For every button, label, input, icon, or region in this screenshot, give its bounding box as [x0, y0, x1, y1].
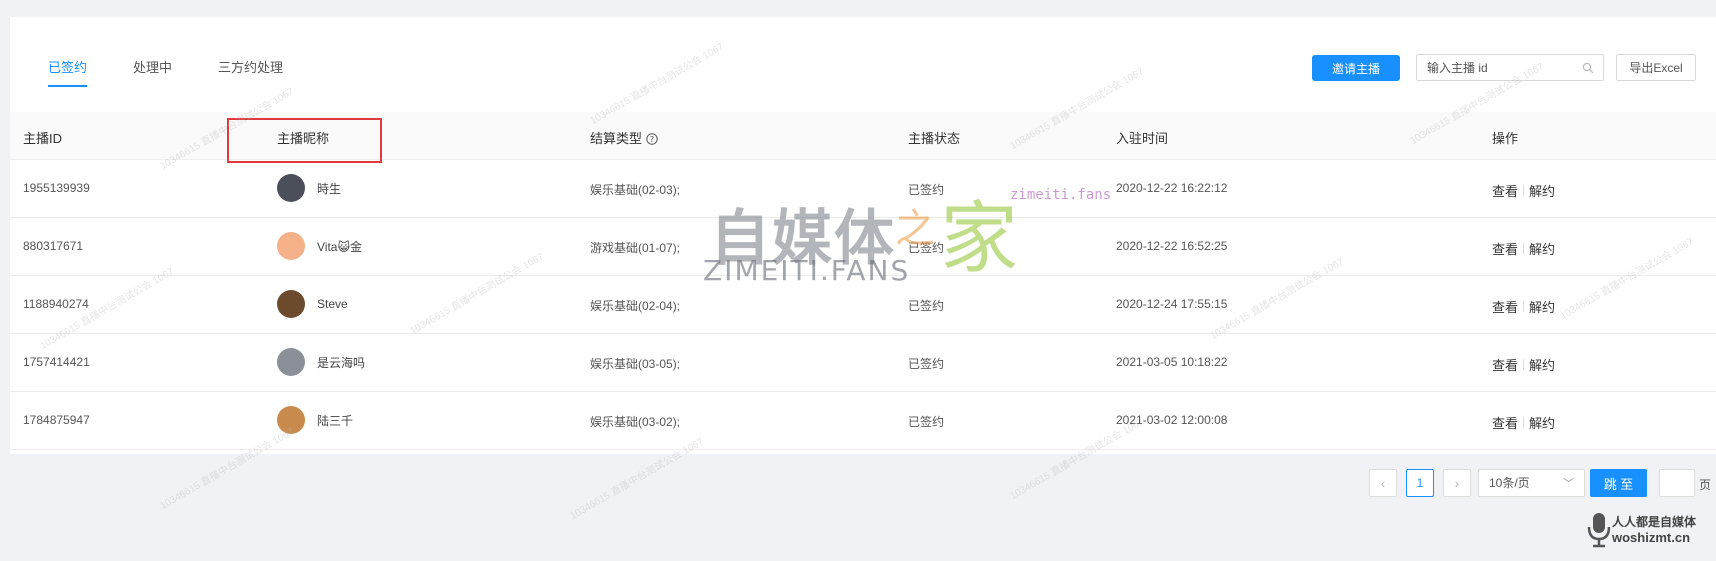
cell-nickname: 陆三千 — [277, 406, 353, 434]
chevron-down-icon: ﹀ — [1563, 478, 1574, 490]
column-header-settlement-label: 结算类型 — [590, 131, 643, 146]
next-page-button[interactable]: › — [1443, 469, 1471, 497]
tab-processing[interactable]: 处理中 — [133, 57, 172, 87]
nickname-text: Steve — [317, 297, 348, 311]
terminate-link[interactable]: 解约 — [1529, 181, 1555, 200]
cell-join-time: 2020-12-22 16:22:12 — [1116, 181, 1228, 195]
cell-nickname: 時生 — [277, 174, 341, 202]
terminate-link[interactable]: 解约 — [1529, 355, 1555, 374]
cell-id: 1784875947 — [23, 413, 90, 427]
nickname-text: 陆三千 — [317, 413, 354, 428]
cell-settlement-type: 娱乐基础(03-05); — [590, 357, 681, 371]
cell-actions: 查看 解约 — [1492, 297, 1555, 316]
cell-settlement-type: 娱乐基础(03-02); — [590, 415, 681, 429]
cell-nickname: 是云海吗 — [277, 348, 365, 376]
cell-join-time: 2020-12-24 17:55:15 — [1116, 297, 1228, 311]
column-header-join-time: 入驻时间 — [1116, 131, 1169, 146]
tab-signed[interactable]: 已签约 — [48, 57, 88, 87]
cell-settlement-type: 娱乐基础(02-03); — [590, 183, 681, 197]
status-tabs: 已签约 处理中 三方约处理 — [48, 57, 329, 87]
column-header-actions: 操作 — [1492, 131, 1519, 146]
column-header-settlement-type: 结算类型? — [590, 128, 658, 147]
nickname-text: 時生 — [317, 181, 342, 196]
view-link[interactable]: 查看 — [1492, 297, 1518, 316]
action-divider — [1523, 359, 1525, 370]
cell-actions: 查看 解约 — [1492, 181, 1555, 200]
avatar — [277, 348, 305, 376]
column-header-status: 主播状态 — [908, 131, 961, 146]
cell-join-time: 2021-03-02 12:00:08 — [1116, 413, 1228, 427]
jump-page-input[interactable] — [1659, 469, 1695, 497]
cell-actions: 查看 解约 — [1492, 239, 1555, 258]
cell-nickname: Steve — [277, 290, 348, 318]
avatar — [277, 290, 305, 318]
help-icon[interactable]: ? — [646, 133, 658, 145]
invite-streamer-button[interactable]: 邀请主播 — [1312, 55, 1400, 81]
page-suffix: 页 — [1699, 478, 1712, 492]
corner-brand-text: 人人都是自媒体 woshizmt.cn — [1612, 515, 1696, 545]
prev-page-button[interactable]: ‹ — [1369, 469, 1397, 497]
watermark-logo-zhi: 之 — [895, 206, 935, 252]
corner-brand: 人人都是自媒体 woshizmt.cn — [1586, 511, 1696, 549]
export-excel-button[interactable]: 导出Excel — [1616, 54, 1696, 81]
view-link[interactable]: 查看 — [1492, 181, 1518, 200]
cell-settlement-type: 游戏基础(01-07); — [590, 241, 681, 255]
streamer-id-search-input[interactable] — [1417, 55, 1567, 80]
cell-id: 1188940274 — [23, 297, 89, 311]
search-box — [1416, 54, 1604, 81]
action-divider — [1523, 243, 1525, 254]
terminate-link[interactable]: 解约 — [1529, 413, 1555, 432]
page-size-value: 10条/页 — [1489, 476, 1530, 490]
nickname-text: Vita😺金 — [317, 239, 362, 254]
action-divider — [1523, 417, 1525, 428]
watermark-logo-jia: 家 — [940, 194, 1019, 284]
cell-id: 1757414421 — [23, 355, 90, 369]
view-link[interactable]: 查看 — [1492, 355, 1518, 374]
microphone-icon — [1587, 513, 1611, 548]
column-header-id: 主播ID — [23, 131, 63, 146]
jump-to-button[interactable]: 跳 至 — [1590, 469, 1647, 497]
table-row: 1784875947 陆三千 娱乐基础(03-02); 已签约 2021-03-… — [10, 392, 1716, 450]
cell-join-time: 2021-03-05 10:18:22 — [1116, 355, 1228, 369]
avatar — [277, 174, 305, 202]
view-link[interactable]: 查看 — [1492, 239, 1518, 258]
cell-status: 已签约 — [908, 415, 945, 429]
highlight-annotation — [227, 118, 382, 163]
cell-join-time: 2020-12-22 16:52:25 — [1116, 239, 1228, 253]
cell-actions: 查看 解约 — [1492, 355, 1555, 374]
search-icon[interactable] — [1582, 62, 1594, 74]
cell-id: 1955139939 — [23, 181, 90, 195]
view-link[interactable]: 查看 — [1492, 413, 1518, 432]
page-size-select[interactable]: 10条/页 ﹀ — [1478, 469, 1585, 497]
cell-status: 已签约 — [908, 357, 945, 371]
svg-text:?: ? — [650, 135, 654, 144]
page-1-button[interactable]: 1 — [1406, 469, 1434, 497]
terminate-link[interactable]: 解约 — [1529, 297, 1555, 316]
cell-nickname: Vita😺金 — [277, 232, 362, 260]
avatar — [277, 232, 305, 260]
avatar — [277, 406, 305, 434]
tab-tripartite[interactable]: 三方约处理 — [218, 57, 283, 87]
corner-brand-en: woshizmt.cn — [1612, 530, 1691, 545]
cell-status: 已签约 — [908, 299, 945, 313]
cell-actions: 查看 解约 — [1492, 413, 1555, 432]
watermark-url: zimeiti.fans — [1010, 187, 1112, 203]
terminate-link[interactable]: 解约 — [1529, 239, 1555, 258]
table-row: 1757414421 是云海吗 娱乐基础(03-05); 已签约 2021-03… — [10, 334, 1716, 392]
corner-brand-cn: 人人都是自媒体 — [1612, 515, 1697, 529]
action-divider — [1523, 185, 1525, 196]
watermark-logo-en: ZIMEITI.FANS — [703, 254, 911, 287]
cell-id: 880317671 — [23, 239, 84, 253]
cell-settlement-type: 娱乐基础(02-04); — [590, 299, 681, 313]
action-divider — [1523, 301, 1525, 312]
nickname-text: 是云海吗 — [317, 355, 366, 370]
